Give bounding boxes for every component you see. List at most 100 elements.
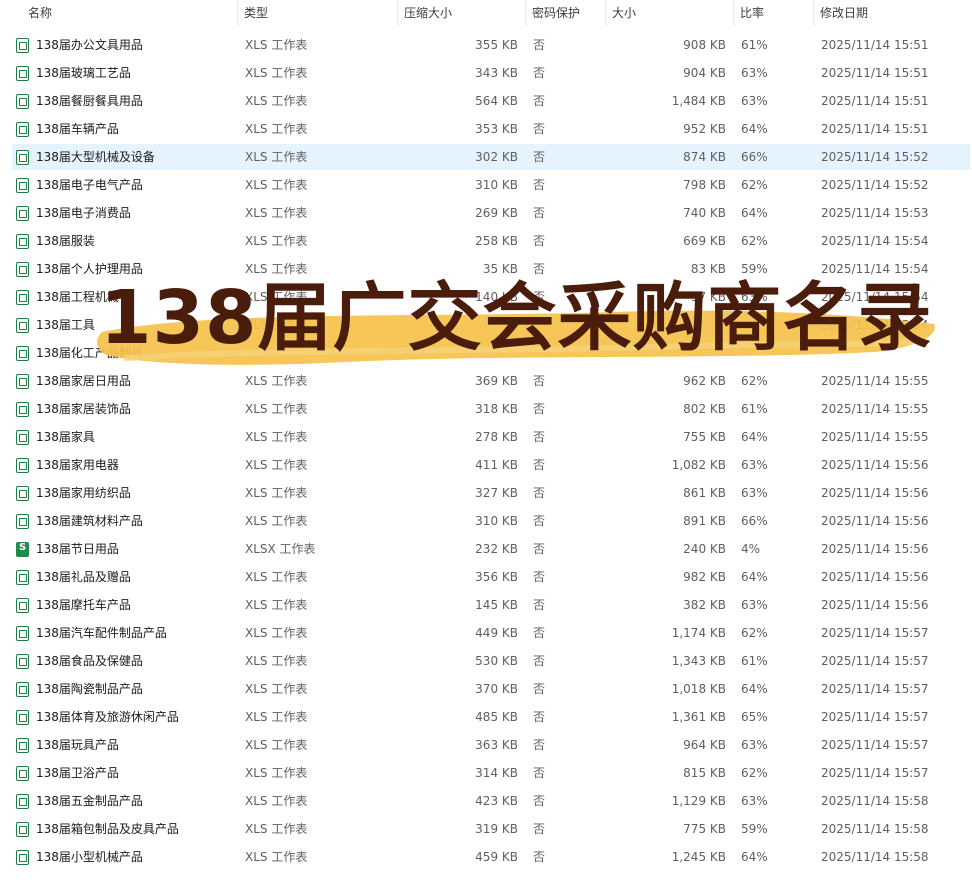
xls-icon (16, 122, 29, 137)
column-header-compressed-size[interactable]: 压缩大小 (398, 0, 526, 26)
file-password-protected: 否 (533, 542, 546, 556)
xls-icon (16, 318, 29, 333)
file-compressed-size: 145 KB (475, 598, 518, 612)
file-size: 382 KB (683, 598, 726, 612)
file-row[interactable]: 138届节日用品 XLSX 工作表 232 KB 否 240 KB 4% 2025/11/1… (12, 536, 970, 562)
file-size: 775 KB (683, 822, 726, 836)
file-type: XLS 工作表 (245, 430, 308, 444)
file-compressed-size: 258 KB (475, 234, 518, 248)
file-name: 138届电子消费品 (36, 206, 131, 220)
file-compressed-size: 310 KB (475, 514, 518, 528)
file-type: XLS 工作表 (245, 570, 308, 584)
file-ratio: 63% (741, 738, 768, 752)
file-size: 798 KB (683, 178, 726, 192)
xlsx-icon (16, 542, 29, 557)
xls-icon (16, 94, 29, 109)
file-size: 1,174 KB (671, 626, 726, 640)
file-type: XLS 工作表 (245, 38, 308, 52)
xls-icon (16, 178, 29, 193)
file-size: 669 KB (683, 234, 726, 248)
file-ratio: 62% (741, 178, 768, 192)
file-row[interactable]: 138届玻璃工艺品 XLS 工作表 343 KB 否 904 KB 63% 2025/11/… (12, 60, 970, 86)
file-password-protected: 否 (533, 402, 546, 416)
file-ratio: 66% (741, 514, 768, 528)
file-row[interactable]: 138届家居日用品 XLS 工作表 369 KB 否 962 KB 62% 2025/11/… (12, 368, 970, 394)
column-header-password[interactable]: 密码保护 (526, 0, 606, 26)
file-row[interactable]: 138届小型机械产品 XLS 工作表 459 KB 否 1,245 KB 64% 2025/… (12, 844, 970, 870)
file-modified-date: 2025/11/14 15:56 (821, 570, 929, 584)
file-row[interactable]: 138届车辆产品 XLS 工作表 353 KB 否 952 KB 64% 2025/11/1… (12, 116, 970, 142)
file-password-protected: 否 (533, 710, 546, 724)
file-compressed-size: 411 KB (475, 458, 518, 472)
file-compressed-size: 459 KB (475, 850, 518, 864)
file-row[interactable]: 138届家居装饰品 XLS 工作表 318 KB 否 802 KB 61% 2025/11/… (12, 396, 970, 422)
file-row[interactable]: 138届箱包制品及皮具产品 XLS 工作表 319 KB 否 775 KB 59% 2025… (12, 816, 970, 842)
file-row[interactable]: 138届玩具产品 XLS 工作表 363 KB 否 964 KB 63% 2025/11/1… (12, 732, 970, 758)
file-row[interactable]: 138届服装 XLS 工作表 258 KB 否 669 KB 62% 2025/11/14 … (12, 228, 970, 254)
file-compressed-size: 302 KB (475, 150, 518, 164)
file-ratio: 62% (741, 374, 768, 388)
file-modified-date: 2025/11/14 15:56 (821, 486, 929, 500)
file-compressed-size: 343 KB (475, 66, 518, 80)
file-type: XLS 工作表 (245, 150, 308, 164)
file-row[interactable]: 138届体育及旅游休闲产品 XLS 工作表 485 KB 否 1,361 KB 65% 20… (12, 704, 970, 730)
file-ratio: 63% (741, 458, 768, 472)
file-ratio: 64% (741, 430, 768, 444)
file-ratio: 61% (741, 38, 768, 52)
file-name: 138届小型机械产品 (36, 850, 143, 864)
file-name: 138届玩具产品 (36, 738, 119, 752)
file-ratio: 63% (741, 794, 768, 808)
file-row[interactable]: 138届五金制品产品 XLS 工作表 423 KB 否 1,129 KB 63% 2025/… (12, 788, 970, 814)
column-header-modified[interactable]: 修改日期 (814, 0, 972, 26)
file-row[interactable]: 138届家具 XLS 工作表 278 KB 否 755 KB 64% 2025/11/14 … (12, 424, 970, 450)
file-modified-date: 2025/11/14 15:56 (821, 542, 929, 556)
file-name: 138届电子电气产品 (36, 178, 143, 192)
file-modified-date: 2025/11/14 15:58 (821, 794, 929, 808)
file-type: XLSX 工作表 (245, 542, 316, 556)
xls-icon (16, 682, 29, 697)
column-header-ratio[interactable]: 比率 (734, 0, 814, 26)
file-size: 861 KB (683, 486, 726, 500)
column-header-size[interactable]: 大小 (606, 0, 734, 26)
file-row[interactable]: 138届建筑材料产品 XLS 工作表 310 KB 否 891 KB 66% 2025/11… (12, 508, 970, 534)
file-row[interactable]: 138届电子电气产品 XLS 工作表 310 KB 否 798 KB 62% 2025/11… (12, 172, 970, 198)
file-size: 740 KB (683, 206, 726, 220)
file-password-protected: 否 (533, 570, 546, 584)
file-modified-date: 2025/11/14 15:55 (821, 374, 929, 388)
xls-icon (16, 458, 29, 473)
file-modified-date: 2025/11/14 15:55 (821, 430, 929, 444)
file-modified-date: 2025/11/14 15:54 (821, 234, 929, 248)
xls-icon (16, 850, 29, 865)
file-ratio: 61% (741, 402, 768, 416)
file-name: 138届礼品及赠品 (36, 570, 131, 584)
column-header-type[interactable]: 类型 (238, 0, 398, 26)
file-password-protected: 否 (533, 234, 546, 248)
file-row[interactable]: 138届办公文具用品 XLS 工作表 355 KB 否 908 KB 61% 2025/11… (12, 32, 970, 58)
file-modified-date: 2025/11/14 15:57 (821, 710, 929, 724)
file-password-protected: 否 (533, 822, 546, 836)
file-name: 138届卫浴产品 (36, 766, 119, 780)
file-name: 138届家用纺织品 (36, 486, 131, 500)
file-name: 138届家用电器 (36, 458, 119, 472)
file-row[interactable]: 138届卫浴产品 XLS 工作表 314 KB 否 815 KB 62% 2025/11/1… (12, 760, 970, 786)
file-row[interactable]: 138届食品及保健品 XLS 工作表 530 KB 否 1,343 KB 61% 2025/… (12, 648, 970, 674)
file-compressed-size: 530 KB (475, 654, 518, 668)
file-password-protected: 否 (533, 66, 546, 80)
file-ratio: 61% (741, 654, 768, 668)
file-row[interactable]: 138届礼品及赠品 XLS 工作表 356 KB 否 982 KB 64% 2025/11/… (12, 564, 970, 590)
file-row[interactable]: 138届家用电器 XLS 工作表 411 KB 否 1,082 KB 63% 2025/11… (12, 452, 970, 478)
file-row[interactable]: 138届餐厨餐具用品 XLS 工作表 564 KB 否 1,484 KB 63% 2025/… (12, 88, 970, 114)
file-row[interactable]: 138届摩托车产品 XLS 工作表 145 KB 否 382 KB 63% 2025/11/… (12, 592, 970, 618)
file-ratio: 59% (741, 822, 768, 836)
file-ratio: 62% (741, 766, 768, 780)
file-row[interactable]: 138届电子消费品 XLS 工作表 269 KB 否 740 KB 64% 2025/11/… (12, 200, 970, 226)
file-ratio: 64% (741, 682, 768, 696)
file-ratio: 64% (741, 206, 768, 220)
file-password-protected: 否 (533, 514, 546, 528)
file-compressed-size: 363 KB (475, 738, 518, 752)
file-row[interactable]: 138届汽车配件制品产品 XLS 工作表 449 KB 否 1,174 KB 62% 202… (12, 620, 970, 646)
file-row[interactable]: 138届家用纺织品 XLS 工作表 327 KB 否 861 KB 63% 2025/11/… (12, 480, 970, 506)
xls-icon (16, 598, 29, 613)
file-row[interactable]: 138届陶瓷制品产品 XLS 工作表 370 KB 否 1,018 KB 64% 2025/… (12, 676, 970, 702)
file-row[interactable]: 138届大型机械及设备 XLS 工作表 302 KB 否 874 KB 66% 2025/1… (12, 144, 970, 170)
